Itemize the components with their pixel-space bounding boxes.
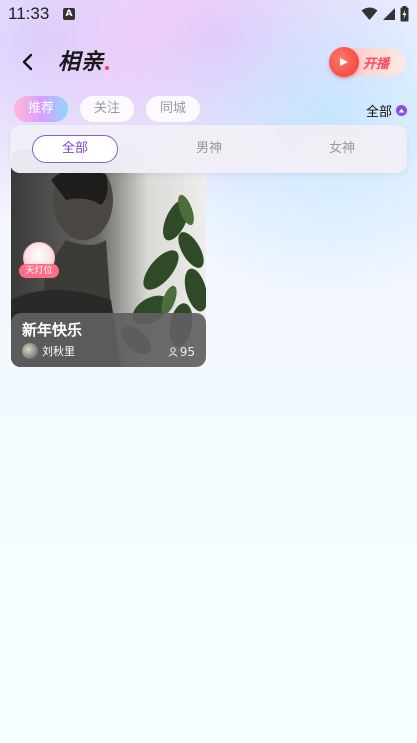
go-live-label: 开播	[363, 56, 390, 72]
notification-icon: A	[63, 8, 75, 20]
gender-filter-label: 全部	[365, 105, 392, 120]
go-live-button[interactable]: 开播	[329, 47, 405, 77]
caret-up-icon	[396, 105, 407, 116]
tab-recommend[interactable]: 推荐	[14, 96, 69, 122]
wifi-icon	[361, 7, 378, 20]
chevron-left-icon	[22, 53, 33, 71]
filter-option-male[interactable]: 男神	[166, 135, 252, 163]
page-title: 相亲	[58, 44, 110, 76]
live-camera-icon	[329, 47, 359, 77]
battery-icon	[400, 6, 409, 22]
person-icon	[168, 347, 178, 357]
host-avatar	[22, 343, 38, 359]
category-tabs: 推荐 关注 同城	[14, 96, 201, 122]
viewer-count: 95	[168, 345, 195, 359]
status-time: 11:33	[8, 4, 50, 23]
card-title: 新年快乐	[22, 321, 83, 339]
header: 相亲 开播	[0, 40, 417, 84]
tab-following[interactable]: 关注	[80, 96, 135, 122]
gender-filter-dropdown: 全部 男神 女神	[10, 125, 407, 173]
status-icons	[361, 6, 409, 22]
live-room-card[interactable]: 天灯位 新年快乐 刘秋里 95	[11, 150, 206, 367]
title-dot	[105, 66, 110, 70]
filter-option-female[interactable]: 女神	[299, 135, 385, 163]
sky-lantern-badge: 天灯位	[19, 242, 59, 282]
status-bar: 11:33 A	[0, 0, 417, 28]
viewer-count-value: 95	[179, 345, 195, 359]
gender-filter-toggle[interactable]: 全部	[366, 101, 407, 120]
host-name: 刘秋里	[42, 345, 75, 358]
back-button[interactable]	[14, 48, 42, 76]
page-title-text: 相亲	[58, 50, 105, 75]
signal-icon	[383, 8, 395, 20]
tab-nearby[interactable]: 同城	[146, 96, 201, 122]
sky-lantern-badge-label: 天灯位	[19, 264, 59, 278]
filter-option-all[interactable]: 全部	[32, 135, 118, 163]
